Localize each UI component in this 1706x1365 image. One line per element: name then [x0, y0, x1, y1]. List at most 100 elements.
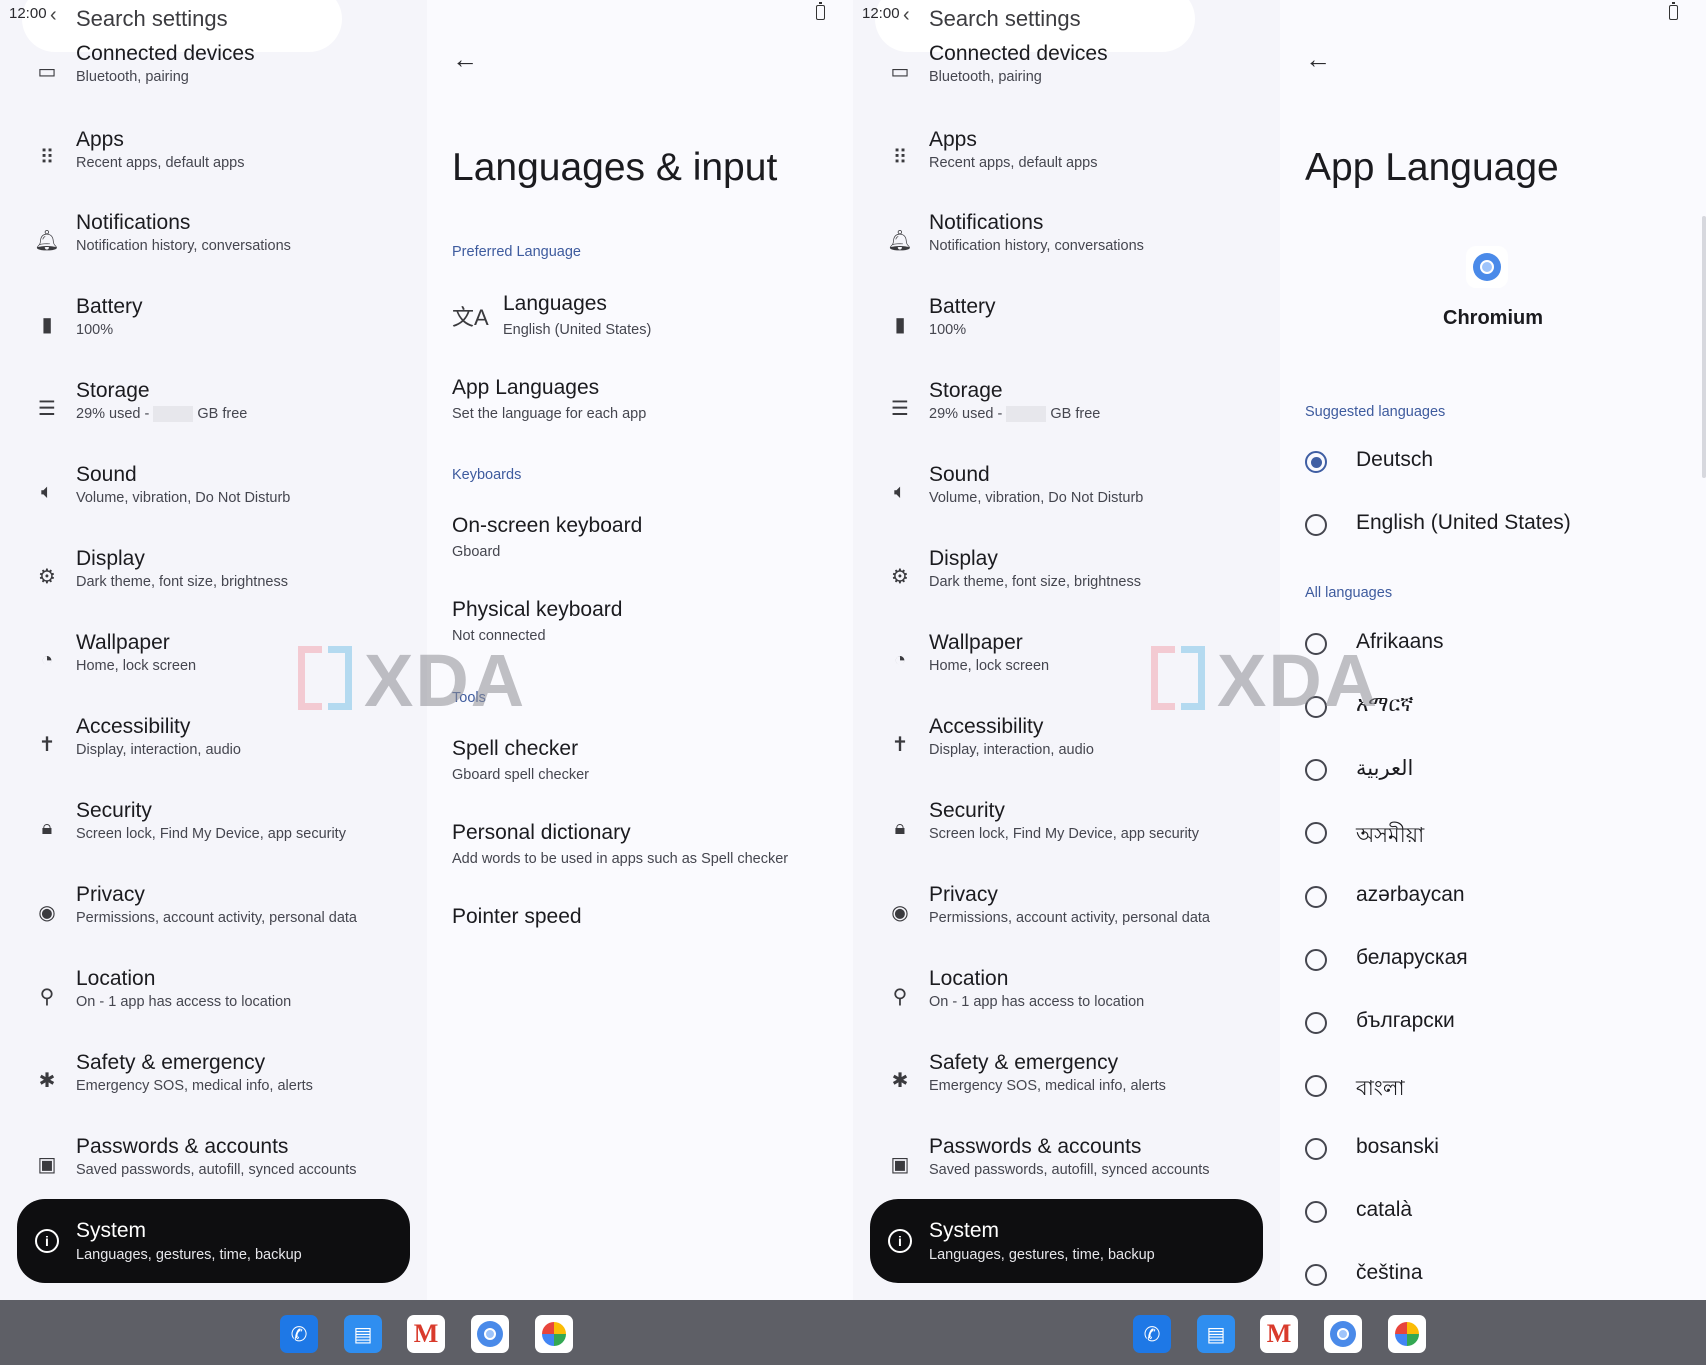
onscreen-keyboard-item[interactable]: On-screen keyboard Gboard — [452, 514, 842, 560]
taskbar-gmail-app[interactable]: M — [407, 1315, 445, 1353]
radio-unselected[interactable] — [1305, 696, 1327, 718]
settings-item-subtitle: Display, interaction, audio — [929, 742, 1094, 758]
settings-item-wallpaper[interactable]: ◔ Wallpaper Home, lock screen — [0, 631, 427, 697]
settings-item-title: Storage — [929, 379, 1003, 402]
settings-item-display[interactable]: ⚙ Display Dark theme, font size, brightn… — [853, 547, 1280, 613]
language-option[interactable]: العربية — [1305, 751, 1695, 791]
taskbar-photos-app[interactable] — [1388, 1315, 1426, 1353]
settings-item-battery[interactable]: ▮ Battery 100% — [853, 295, 1280, 361]
language-option[interactable]: azərbaycan — [1305, 878, 1695, 918]
settings-item-location[interactable]: ⚲ Location On - 1 app has access to loca… — [853, 967, 1280, 1033]
asterisk-icon: ✱ — [38, 1069, 56, 1092]
settings-item-wallpaper[interactable]: ◔ Wallpaper Home, lock screen — [853, 631, 1280, 697]
settings-item-system-selected[interactable]: i System Languages, gestures, time, back… — [870, 1199, 1263, 1283]
taskbar-messages-app[interactable]: ▤ — [344, 1315, 382, 1353]
settings-item-subtitle: Screen lock, Find My Device, app securit… — [76, 826, 346, 842]
right-screen: ‹ Search settings 12:00 ▭ Connected devi… — [853, 0, 1706, 1300]
radio-unselected[interactable] — [1305, 1138, 1327, 1160]
settings-item-accessibility[interactable]: ✝ Accessibility Display, interaction, au… — [853, 715, 1280, 781]
settings-item-subtitle: Display, interaction, audio — [76, 742, 241, 758]
radio-unselected[interactable] — [1305, 514, 1327, 536]
taskbar-photos-app[interactable] — [535, 1315, 573, 1353]
languages-item[interactable]: Languages English (United States) — [503, 292, 853, 338]
app-languages-item[interactable]: App Languages Set the language for each … — [452, 376, 842, 422]
physical-keyboard-item[interactable]: Physical keyboard Not connected — [452, 598, 842, 644]
back-arrow-icon[interactable]: ← — [452, 44, 478, 75]
settings-item-title: System — [76, 1219, 147, 1242]
settings-item-security[interactable]: 🔒︎ Security Screen lock, Find My Device,… — [853, 799, 1280, 865]
left-screen: ‹ Search settings 12:00 ▭ Connected devi… — [0, 0, 853, 1300]
language-option-english-us[interactable]: English (United States) — [1305, 506, 1695, 546]
settings-item-connected-devices[interactable]: ▭ Connected devices Bluetooth, pairing — [853, 42, 1280, 108]
settings-item-storage[interactable]: ☰ Storage 29% used - GB free — [0, 379, 427, 445]
settings-item-title: Security — [929, 799, 1005, 822]
settings-item-safety[interactable]: ✱ Safety & emergency Emergency SOS, medi… — [853, 1051, 1280, 1117]
language-option[interactable]: български — [1305, 1004, 1695, 1044]
palette-icon: ◔ — [893, 648, 907, 671]
settings-item-battery[interactable]: ▮ Battery 100% — [0, 295, 427, 361]
settings-item-safety[interactable]: ✱ Safety & emergency Emergency SOS, medi… — [0, 1051, 427, 1117]
lock-icon: 🔒︎ — [894, 816, 906, 839]
personal-dictionary-item[interactable]: Personal dictionary Add words to be used… — [452, 821, 842, 867]
settings-item-system-selected[interactable]: i System Languages, gestures, time, back… — [17, 1199, 410, 1283]
settings-item-notifications[interactable]: 🔔︎ Notifications Notification history, c… — [853, 211, 1280, 277]
language-option[interactable]: català — [1305, 1193, 1695, 1233]
language-option[interactable]: বাংলা — [1305, 1067, 1695, 1107]
settings-item-security[interactable]: 🔒︎ Security Screen lock, Find My Device,… — [0, 799, 427, 865]
settings-item-subtitle: Languages, gestures, time, backup — [929, 1247, 1155, 1263]
radio-unselected[interactable] — [1305, 633, 1327, 655]
radio-unselected[interactable] — [1305, 822, 1327, 844]
taskbar-phone-app[interactable]: ✆ — [1133, 1315, 1171, 1353]
radio-unselected[interactable] — [1305, 1264, 1327, 1286]
account-box-icon: ▣ — [37, 1153, 57, 1176]
settings-item-display[interactable]: ⚙ Display Dark theme, font size, brightn… — [0, 547, 427, 613]
apps-grid-icon: ⠿ — [892, 146, 908, 169]
taskbar-gmail-app[interactable]: M — [1260, 1315, 1298, 1353]
settings-item-passwords[interactable]: ▣ Passwords & accounts Saved passwords, … — [0, 1135, 427, 1201]
language-option[interactable]: አማርኛ — [1305, 688, 1695, 728]
settings-item-apps[interactable]: ⠿ Apps Recent apps, default apps — [0, 128, 427, 194]
settings-item-accessibility[interactable]: ✝ Accessibility Display, interaction, au… — [0, 715, 427, 781]
brightness-icon: ⚙ — [38, 565, 56, 588]
settings-item-privacy[interactable]: ◉ Privacy Permissions, account activity,… — [0, 883, 427, 949]
language-option[interactable]: Afrikaans — [1305, 625, 1695, 665]
language-option[interactable]: čeština — [1305, 1256, 1695, 1296]
taskbar-chromium-app[interactable] — [471, 1315, 509, 1353]
search-back-icon[interactable]: ‹ — [903, 4, 910, 27]
radio-unselected[interactable] — [1305, 1012, 1327, 1034]
language-option[interactable]: bosanski — [1305, 1130, 1695, 1170]
scrollbar-thumb[interactable] — [1702, 216, 1706, 478]
settings-item-storage[interactable]: ☰ Storage 29% used - GB free — [853, 379, 1280, 445]
spell-checker-item[interactable]: Spell checker Gboard spell checker — [452, 737, 842, 783]
radio-unselected[interactable] — [1305, 886, 1327, 908]
radio-unselected[interactable] — [1305, 1201, 1327, 1223]
settings-item-subtitle: Dark theme, font size, brightness — [929, 574, 1141, 590]
radio-unselected[interactable] — [1305, 949, 1327, 971]
back-arrow-icon[interactable]: ← — [1305, 44, 1331, 75]
settings-item-sound[interactable]: 🔈︎ Sound Volume, vibration, Do Not Distu… — [853, 463, 1280, 529]
settings-item-passwords[interactable]: ▣ Passwords & accounts Saved passwords, … — [853, 1135, 1280, 1201]
settings-item-subtitle: Languages, gestures, time, backup — [76, 1247, 302, 1263]
radio-unselected[interactable] — [1305, 759, 1327, 781]
settings-item-location[interactable]: ⚲ Location On - 1 app has access to loca… — [0, 967, 427, 1033]
taskbar-messages-app[interactable]: ▤ — [1197, 1315, 1235, 1353]
storage-icon: ☰ — [38, 397, 56, 420]
radio-unselected[interactable] — [1305, 1075, 1327, 1097]
taskbar-chromium-app[interactable] — [1324, 1315, 1362, 1353]
settings-item-connected-devices[interactable]: ▭ Connected devices Bluetooth, pairing — [0, 42, 427, 108]
storage-icon: ☰ — [891, 397, 909, 420]
settings-item-sound[interactable]: 🔈︎ Sound Volume, vibration, Do Not Distu… — [0, 463, 427, 529]
language-option[interactable]: беларуская — [1305, 941, 1695, 981]
pointer-speed-item[interactable]: Pointer speed — [452, 905, 842, 929]
settings-item-title: Notifications — [76, 211, 191, 234]
radio-selected[interactable] — [1305, 451, 1327, 473]
translate-icon: 文A — [452, 305, 489, 330]
language-option-deutsch[interactable]: Deutsch — [1305, 443, 1695, 483]
taskbar-phone-app[interactable]: ✆ — [280, 1315, 318, 1353]
search-back-icon[interactable]: ‹ — [50, 4, 57, 27]
settings-item-apps[interactable]: ⠿ Apps Recent apps, default apps — [853, 128, 1280, 194]
language-option[interactable]: অসমীয়া — [1305, 814, 1695, 854]
chromium-app-icon — [1466, 246, 1508, 288]
settings-item-notifications[interactable]: 🔔︎ Notifications Notification history, c… — [0, 211, 427, 277]
settings-item-privacy[interactable]: ◉ Privacy Permissions, account activity,… — [853, 883, 1280, 949]
